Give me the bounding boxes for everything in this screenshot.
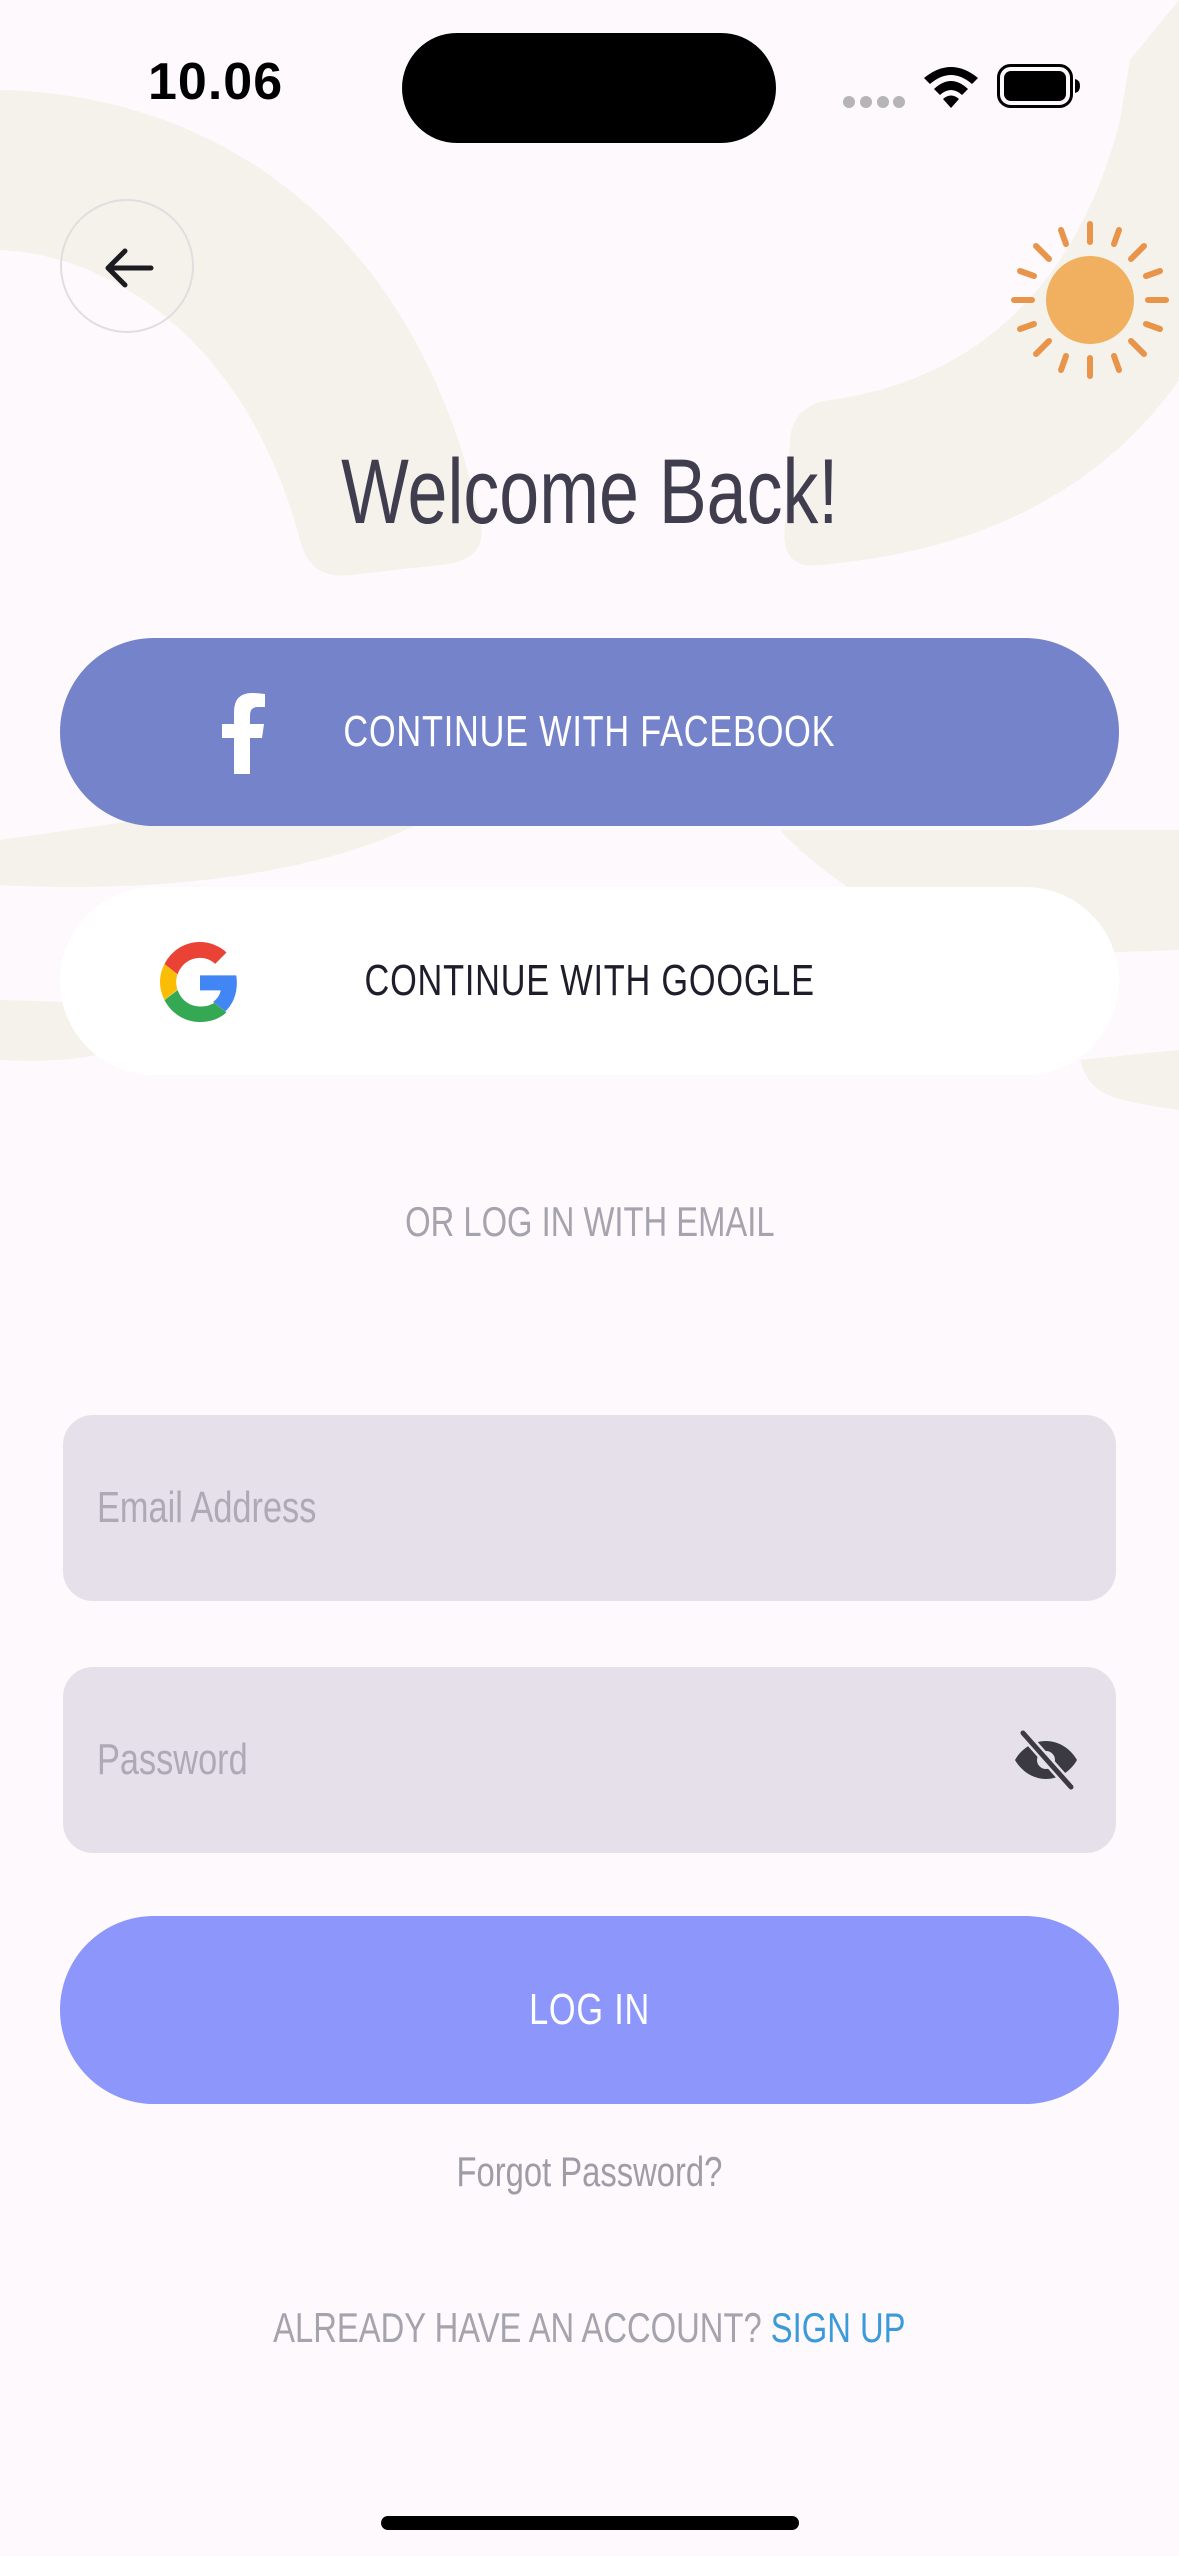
- facebook-button-label-wrap: CONTINUE WITH FACEBOOK: [60, 638, 1119, 826]
- sun-icon: [1011, 221, 1169, 379]
- sign-up-link[interactable]: SIGN UP: [771, 2304, 906, 2351]
- back-button[interactable]: [60, 199, 194, 333]
- email-input[interactable]: [97, 1415, 997, 1601]
- dynamic-island: [402, 33, 776, 143]
- arrow-left-icon: [105, 248, 154, 288]
- password-input[interactable]: [97, 1667, 997, 1853]
- google-button-label-wrap: CONTINUE WITH GOOGLE: [60, 887, 1119, 1075]
- login-button-label: LOG IN: [528, 1985, 651, 2034]
- page-title-text: Welcome Back!: [340, 441, 839, 543]
- forgot-password-link[interactable]: Forgot Password?: [0, 2148, 1179, 2196]
- email-login-divider: OR LOG IN WITH EMAIL: [0, 1198, 1179, 1246]
- page-title: Welcome Back!: [0, 440, 1179, 545]
- cellular-signal-icon: [843, 96, 905, 108]
- continue-with-google-button[interactable]: CONTINUE WITH GOOGLE: [60, 887, 1119, 1075]
- divider-label: OR LOG IN WITH EMAIL: [404, 1198, 775, 1245]
- wifi-icon: [924, 67, 978, 108]
- signup-prompt: ALREADY HAVE AN ACCOUNT? SIGN UP: [0, 2304, 1179, 2352]
- facebook-button-label: CONTINUE WITH FACEBOOK: [343, 707, 836, 756]
- password-field[interactable]: Password: [63, 1667, 1116, 1853]
- login-button[interactable]: LOG IN: [60, 1916, 1119, 2104]
- signup-prompt-text: ALREADY HAVE AN ACCOUNT?: [273, 2304, 762, 2351]
- status-bar: 10.06: [0, 0, 1179, 170]
- forgot-password-label: Forgot Password?: [456, 2148, 723, 2195]
- signup-prompt-wrap: ALREADY HAVE AN ACCOUNT? SIGN UP: [273, 2304, 905, 2352]
- battery-icon: [997, 64, 1080, 108]
- eye-off-icon[interactable]: [1013, 1729, 1079, 1791]
- continue-with-facebook-button[interactable]: CONTINUE WITH FACEBOOK: [60, 638, 1119, 826]
- home-indicator[interactable]: [381, 2516, 799, 2530]
- google-button-label: CONTINUE WITH GOOGLE: [364, 956, 815, 1005]
- login-button-label-wrap: LOG IN: [60, 1916, 1119, 2104]
- email-field[interactable]: Email Address: [63, 1415, 1116, 1601]
- status-time: 10.06: [148, 53, 284, 111]
